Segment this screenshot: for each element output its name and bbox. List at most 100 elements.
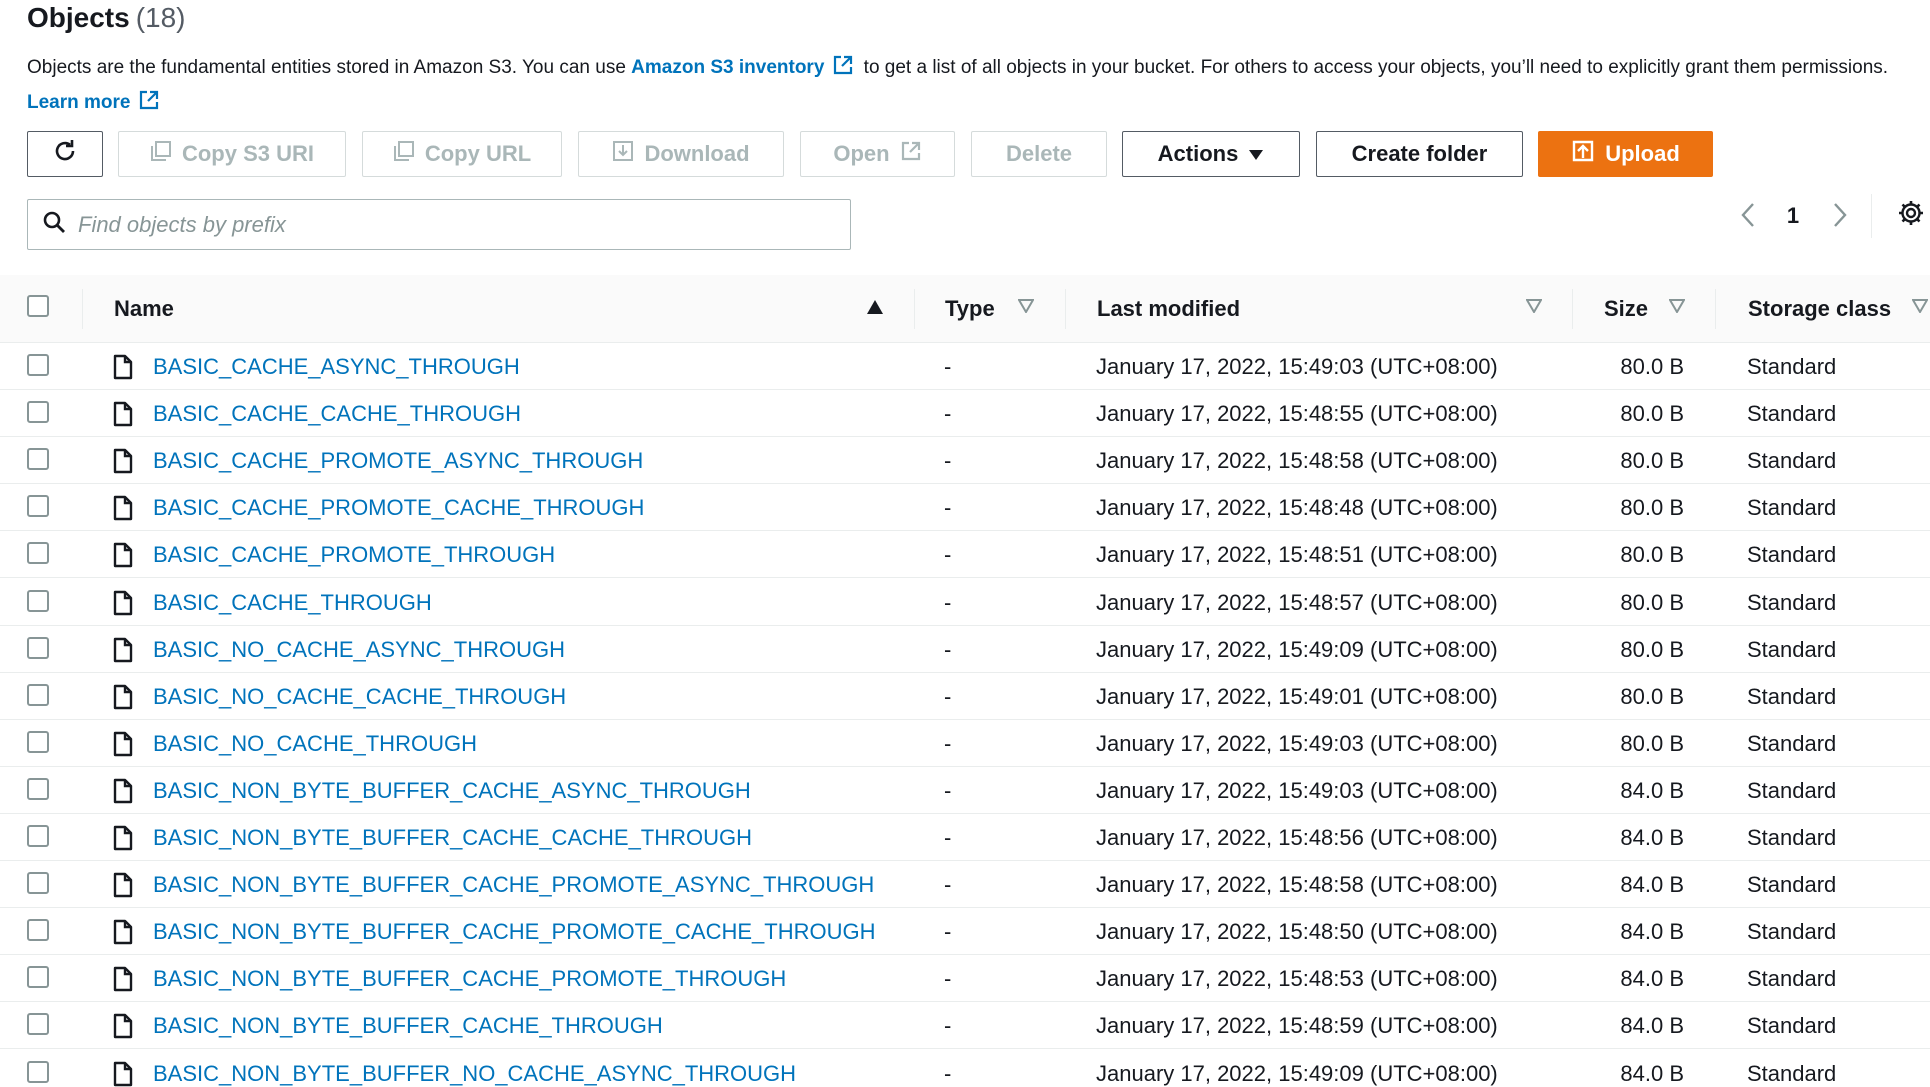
table-row[interactable]: BASIC_NO_CACHE_THROUGH - January 17, 2022,… bbox=[0, 720, 1930, 767]
column-header-size[interactable]: Size bbox=[1604, 275, 1648, 343]
table-row[interactable]: BASIC_NO_CACHE_ASYNC_THROUGH - January 17,… bbox=[0, 626, 1930, 673]
object-name-link[interactable]: BASIC_CACHE_CACHE_THROUGH bbox=[153, 401, 521, 427]
table-row[interactable]: BASIC_CACHE_PROMOTE_THROUGH - January 17, … bbox=[0, 531, 1930, 578]
table-row[interactable]: BASIC_CACHE_PROMOTE_ASYNC_THROUGH - Januar… bbox=[0, 437, 1930, 484]
object-type: - bbox=[944, 730, 952, 756]
page-title-text: Objects bbox=[27, 2, 130, 33]
table-row[interactable]: BASIC_NO_CACHE_CACHE_THROUGH - January 17,… bbox=[0, 673, 1930, 720]
table-row[interactable]: BASIC_NON_BYTE_BUFFER_CACHE_PROMOTE_THRO… bbox=[0, 955, 1930, 1002]
row-checkbox[interactable] bbox=[27, 542, 49, 564]
search-box[interactable] bbox=[27, 199, 851, 250]
actions-dropdown[interactable]: Actions bbox=[1122, 131, 1300, 177]
inventory-link[interactable]: Amazon S3 inventory bbox=[631, 57, 824, 78]
delete-button[interactable]: Delete bbox=[971, 131, 1107, 177]
description-text-2: to get a list of all objects in your buc… bbox=[858, 57, 1889, 78]
external-link-icon[interactable] bbox=[138, 89, 160, 122]
preferences-button[interactable] bbox=[1896, 200, 1926, 230]
learn-more-link[interactable]: Learn more bbox=[27, 92, 130, 113]
refresh-button[interactable] bbox=[27, 131, 103, 177]
open-button[interactable]: Open bbox=[800, 131, 955, 177]
table-row[interactable]: BASIC_CACHE_ASYNC_THROUGH - January 17, 20… bbox=[0, 343, 1930, 390]
object-last-modified: January 17, 2022, 15:48:53 (UTC+08:00) bbox=[1096, 965, 1498, 991]
object-name-link[interactable]: BASIC_CACHE_PROMOTE_THROUGH bbox=[153, 542, 555, 568]
row-checkbox[interactable] bbox=[27, 825, 49, 847]
object-name-link[interactable]: BASIC_NON_BYTE_BUFFER_CACHE_ASYNC_THROUG… bbox=[153, 778, 751, 804]
column-header-name[interactable]: Name bbox=[114, 275, 174, 343]
object-name-link[interactable]: BASIC_NON_BYTE_BUFFER_CACHE_PROMOTE_CACH… bbox=[153, 919, 875, 945]
object-last-modified: January 17, 2022, 15:48:48 (UTC+08:00) bbox=[1096, 494, 1498, 520]
download-button[interactable]: Download bbox=[578, 131, 784, 177]
object-name-link[interactable]: BASIC_NON_BYTE_BUFFER_CACHE_THROUGH bbox=[153, 1013, 663, 1039]
create-folder-button[interactable]: Create folder bbox=[1316, 131, 1523, 177]
object-name-link[interactable]: BASIC_CACHE_THROUGH bbox=[153, 590, 432, 616]
row-checkbox[interactable] bbox=[27, 778, 49, 800]
sort-ascending-icon[interactable] bbox=[866, 299, 884, 320]
object-storage-class: Standard bbox=[1747, 1060, 1837, 1086]
object-size: 80.0 B bbox=[1620, 636, 1684, 662]
sort-descending-icon[interactable] bbox=[1525, 299, 1543, 318]
select-all-checkbox[interactable] bbox=[27, 295, 49, 317]
table-row[interactable]: BASIC_NON_BYTE_BUFFER_CACHE_PROMOTE_ASYN… bbox=[0, 861, 1930, 908]
external-link-icon bbox=[900, 140, 922, 168]
next-page-button[interactable] bbox=[1828, 202, 1852, 232]
table-row[interactable]: BASIC_CACHE_PROMOTE_CACHE_THROUGH - Januar… bbox=[0, 484, 1930, 531]
table-row[interactable]: BASIC_NON_BYTE_BUFFER_CACHE_THROUGH - Janu… bbox=[0, 1002, 1930, 1049]
description: Objects are the fundamental entities sto… bbox=[27, 52, 1907, 122]
object-name-link[interactable]: BASIC_NON_BYTE_BUFFER_CACHE_CACHE_THROUG… bbox=[153, 825, 752, 851]
object-name-link[interactable]: BASIC_NO_CACHE_ASYNC_THROUGH bbox=[153, 637, 565, 663]
upload-button[interactable]: Upload bbox=[1538, 131, 1713, 177]
column-header-last-modified[interactable]: Last modified bbox=[1097, 275, 1240, 343]
row-checkbox[interactable] bbox=[27, 495, 49, 517]
object-type: - bbox=[944, 965, 952, 991]
search-input[interactable] bbox=[78, 211, 818, 238]
copy-url-button[interactable]: Copy URL bbox=[362, 131, 562, 177]
external-link-icon[interactable] bbox=[832, 54, 854, 87]
row-checkbox[interactable] bbox=[27, 684, 49, 706]
copy-url-label: Copy URL bbox=[424, 141, 532, 166]
page-number[interactable]: 1 bbox=[1779, 203, 1807, 229]
row-checkbox[interactable] bbox=[27, 637, 49, 659]
table-row[interactable]: BASIC_NON_BYTE_BUFFER_CACHE_ASYNC_THROUG… bbox=[0, 767, 1930, 814]
row-checkbox[interactable] bbox=[27, 731, 49, 753]
object-name-link[interactable]: BASIC_CACHE_ASYNC_THROUGH bbox=[153, 354, 520, 380]
row-checkbox[interactable] bbox=[27, 1013, 49, 1035]
table-row[interactable]: BASIC_CACHE_CACHE_THROUGH - January 17, 20… bbox=[0, 390, 1930, 437]
row-checkbox[interactable] bbox=[27, 919, 49, 941]
sort-descending-icon[interactable] bbox=[1668, 299, 1686, 318]
object-last-modified: January 17, 2022, 15:49:09 (UTC+08:00) bbox=[1096, 1060, 1498, 1086]
copy-s3-uri-button[interactable]: Copy S3 URI bbox=[118, 131, 346, 177]
row-checkbox[interactable] bbox=[27, 354, 49, 376]
row-checkbox[interactable] bbox=[27, 448, 49, 470]
object-name-link[interactable]: BASIC_NON_BYTE_BUFFER_CACHE_PROMOTE_ASYN… bbox=[153, 872, 874, 898]
file-icon bbox=[112, 484, 134, 531]
sort-descending-icon[interactable] bbox=[1911, 299, 1929, 318]
table-row[interactable]: BASIC_NON_BYTE_BUFFER_NO_CACHE_ASYNC_THR… bbox=[0, 1050, 1930, 1087]
object-name-link[interactable]: BASIC_CACHE_PROMOTE_ASYNC_THROUGH bbox=[153, 448, 643, 474]
column-header-storage-class[interactable]: Storage class bbox=[1748, 275, 1891, 343]
object-last-modified: January 17, 2022, 15:49:09 (UTC+08:00) bbox=[1096, 636, 1498, 662]
table-row[interactable]: BASIC_CACHE_THROUGH - January 17, 2022, 15… bbox=[0, 579, 1930, 626]
previous-page-button[interactable] bbox=[1736, 202, 1760, 232]
object-type: - bbox=[944, 494, 952, 520]
sort-descending-icon[interactable] bbox=[1017, 299, 1035, 318]
row-checkbox[interactable] bbox=[27, 1061, 49, 1083]
object-name-link[interactable]: BASIC_NO_CACHE_THROUGH bbox=[153, 731, 477, 757]
row-checkbox[interactable] bbox=[27, 872, 49, 894]
object-name-link[interactable]: BASIC_CACHE_PROMOTE_CACHE_THROUGH bbox=[153, 495, 644, 521]
object-last-modified: January 17, 2022, 15:48:50 (UTC+08:00) bbox=[1096, 918, 1498, 944]
row-checkbox[interactable] bbox=[27, 966, 49, 988]
object-size: 80.0 B bbox=[1620, 541, 1684, 567]
object-last-modified: January 17, 2022, 15:48:55 (UTC+08:00) bbox=[1096, 400, 1498, 426]
row-checkbox[interactable] bbox=[27, 590, 49, 612]
object-type: - bbox=[944, 683, 952, 709]
object-size: 80.0 B bbox=[1620, 683, 1684, 709]
table-row[interactable]: BASIC_NON_BYTE_BUFFER_CACHE_PROMOTE_CACH… bbox=[0, 908, 1930, 955]
column-header-type[interactable]: Type bbox=[945, 275, 995, 343]
object-name-link[interactable]: BASIC_NON_BYTE_BUFFER_NO_CACHE_ASYNC_THR… bbox=[153, 1061, 796, 1087]
object-size: 84.0 B bbox=[1620, 777, 1684, 803]
table-row[interactable]: BASIC_NON_BYTE_BUFFER_CACHE_CACHE_THROUG… bbox=[0, 814, 1930, 861]
row-checkbox[interactable] bbox=[27, 401, 49, 423]
object-name-link[interactable]: BASIC_NO_CACHE_CACHE_THROUGH bbox=[153, 684, 566, 710]
description-text-1: Objects are the fundamental entities sto… bbox=[27, 57, 632, 78]
object-name-link[interactable]: BASIC_NON_BYTE_BUFFER_CACHE_PROMOTE_THRO… bbox=[153, 966, 786, 992]
